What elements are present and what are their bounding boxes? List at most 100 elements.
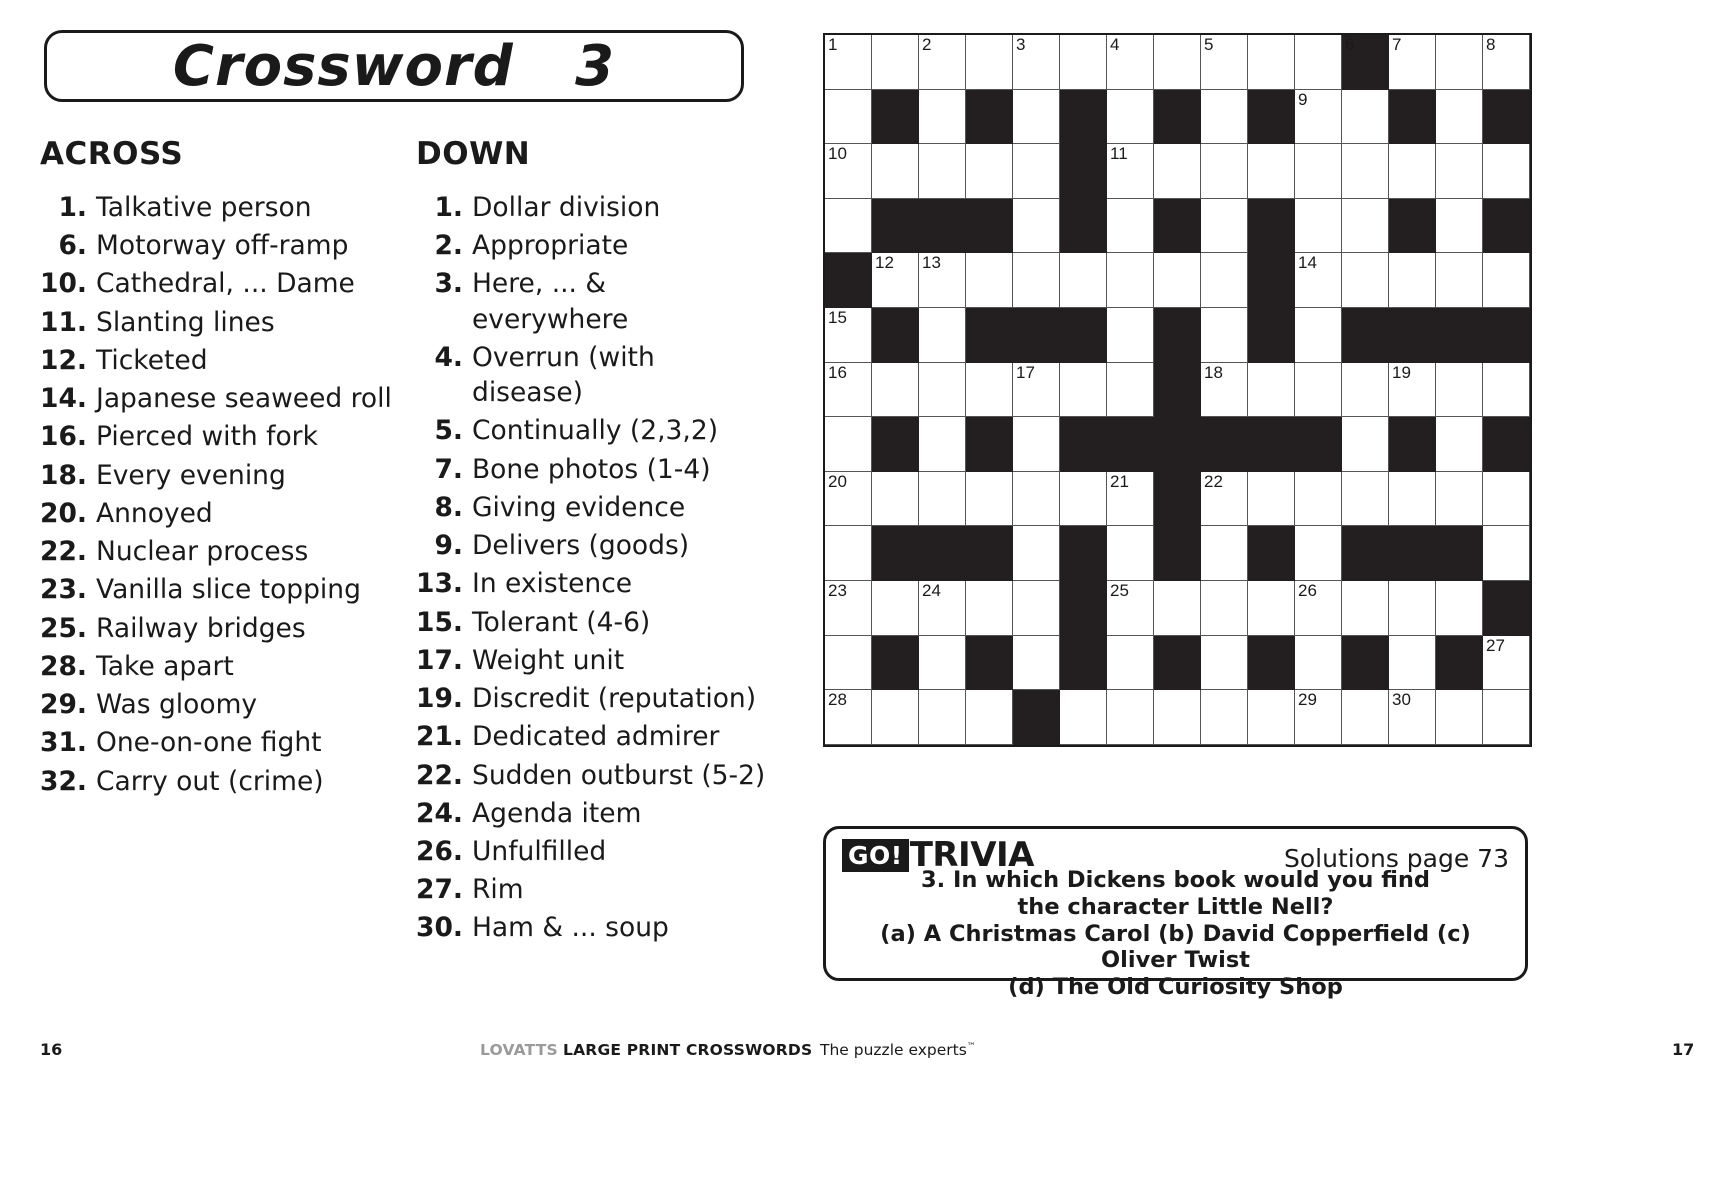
grid-cell[interactable]: [1342, 253, 1389, 308]
grid-cell[interactable]: [966, 144, 1013, 199]
grid-cell[interactable]: [1107, 198, 1154, 254]
grid-cell[interactable]: [966, 35, 1013, 90]
grid-cell[interactable]: [1013, 417, 1060, 472]
grid-cell[interactable]: [825, 198, 872, 254]
grid-cell[interactable]: [1483, 526, 1530, 581]
grid-cell[interactable]: [1013, 253, 1060, 308]
grid-cell[interactable]: [1295, 307, 1342, 363]
grid-cell[interactable]: 12: [872, 253, 919, 308]
grid-cell[interactable]: [825, 526, 872, 581]
grid-cell[interactable]: [1295, 471, 1342, 527]
grid-cell[interactable]: [966, 362, 1013, 418]
grid-cell[interactable]: 15: [825, 307, 872, 363]
grid-cell[interactable]: 17: [1013, 362, 1060, 418]
grid-cell[interactable]: [1013, 89, 1060, 145]
grid-cell[interactable]: 13: [919, 253, 966, 308]
grid-cell[interactable]: [1107, 89, 1154, 145]
grid-cell[interactable]: [1342, 580, 1389, 636]
grid-cell[interactable]: [1295, 635, 1342, 691]
grid-cell[interactable]: [1013, 526, 1060, 581]
grid-cell[interactable]: [966, 471, 1013, 527]
grid-cell[interactable]: [1389, 635, 1436, 691]
grid-cell[interactable]: [1483, 253, 1530, 308]
grid-cell[interactable]: 1: [825, 35, 872, 90]
grid-cell[interactable]: [1436, 144, 1483, 199]
grid-cell[interactable]: [1201, 198, 1248, 254]
grid-cell[interactable]: 24: [919, 580, 966, 636]
grid-cell[interactable]: [825, 635, 872, 691]
grid-cell[interactable]: [1201, 144, 1248, 199]
grid-cell[interactable]: [1060, 253, 1107, 308]
grid-cell[interactable]: 16: [825, 362, 872, 418]
grid-cell[interactable]: 18: [1201, 362, 1248, 418]
grid-cell[interactable]: [1436, 35, 1483, 90]
grid-cell[interactable]: [1248, 362, 1295, 418]
grid-cell[interactable]: [1154, 35, 1201, 90]
grid-cell[interactable]: 7: [1389, 35, 1436, 90]
grid-cell[interactable]: [1107, 635, 1154, 691]
grid-cell[interactable]: [1389, 471, 1436, 527]
grid-cell[interactable]: [1483, 362, 1530, 418]
grid-cell[interactable]: [1389, 144, 1436, 199]
grid-cell[interactable]: [1436, 253, 1483, 308]
grid-cell[interactable]: [1342, 417, 1389, 472]
grid-cell[interactable]: [1154, 253, 1201, 308]
grid-cell[interactable]: [1342, 471, 1389, 527]
grid-cell[interactable]: 25: [1107, 580, 1154, 636]
grid-cell[interactable]: 21: [1107, 471, 1154, 527]
grid-cell[interactable]: [1389, 253, 1436, 308]
grid-cell[interactable]: [1154, 144, 1201, 199]
grid-cell[interactable]: [1201, 526, 1248, 581]
crossword-grid[interactable]: 1 2 3 4 5 6 7 8 9 10 11 12 13 14 15 16 17 18 19 20 21 22 23 24 2…: [823, 33, 1532, 747]
grid-cell[interactable]: [1107, 307, 1154, 363]
grid-cell[interactable]: 10: [825, 144, 872, 199]
grid-cell[interactable]: [1342, 144, 1389, 199]
grid-cell[interactable]: [872, 35, 919, 90]
grid-cell[interactable]: [1107, 253, 1154, 308]
grid-cell[interactable]: [1436, 198, 1483, 254]
grid-cell[interactable]: [1342, 89, 1389, 145]
grid-cell[interactable]: [1248, 144, 1295, 199]
grid-cell[interactable]: [1060, 35, 1107, 90]
grid-cell[interactable]: 26: [1295, 580, 1342, 636]
grid-cell[interactable]: [872, 471, 919, 527]
grid-cell[interactable]: [1201, 580, 1248, 636]
grid-cell[interactable]: [1201, 635, 1248, 691]
grid-cell[interactable]: 4: [1107, 35, 1154, 90]
grid-cell[interactable]: [1248, 690, 1295, 745]
grid-cell[interactable]: 5: [1201, 35, 1248, 90]
grid-cell[interactable]: [1154, 580, 1201, 636]
grid-cell[interactable]: [919, 417, 966, 472]
grid-cell[interactable]: [1436, 362, 1483, 418]
grid-cell[interactable]: [1060, 690, 1107, 745]
grid-cell[interactable]: [1013, 635, 1060, 691]
grid-cell[interactable]: [1436, 580, 1483, 636]
grid-cell[interactable]: [1248, 471, 1295, 527]
grid-cell[interactable]: [825, 89, 872, 145]
grid-cell[interactable]: [966, 690, 1013, 745]
grid-cell[interactable]: [1436, 471, 1483, 527]
grid-cell[interactable]: 19: [1389, 362, 1436, 418]
grid-cell[interactable]: [1013, 471, 1060, 527]
grid-cell[interactable]: [919, 144, 966, 199]
grid-cell[interactable]: [1107, 526, 1154, 581]
grid-cell[interactable]: 27: [1483, 635, 1530, 691]
grid-cell[interactable]: [1060, 362, 1107, 418]
grid-cell[interactable]: [966, 580, 1013, 636]
grid-cell[interactable]: [872, 690, 919, 745]
grid-cell[interactable]: [1483, 690, 1530, 745]
grid-cell[interactable]: 3: [1013, 35, 1060, 90]
grid-cell[interactable]: [1201, 690, 1248, 745]
grid-cell[interactable]: [919, 635, 966, 691]
grid-cell[interactable]: [872, 580, 919, 636]
grid-cell[interactable]: [1436, 690, 1483, 745]
grid-cell[interactable]: [872, 362, 919, 418]
grid-cell[interactable]: [1436, 89, 1483, 145]
grid-cell[interactable]: [1295, 144, 1342, 199]
grid-cell[interactable]: [1201, 253, 1248, 308]
grid-cell[interactable]: [1295, 362, 1342, 418]
grid-cell[interactable]: 20: [825, 471, 872, 527]
grid-cell[interactable]: [872, 144, 919, 199]
grid-cell[interactable]: [1013, 144, 1060, 199]
grid-cell[interactable]: [1295, 526, 1342, 581]
